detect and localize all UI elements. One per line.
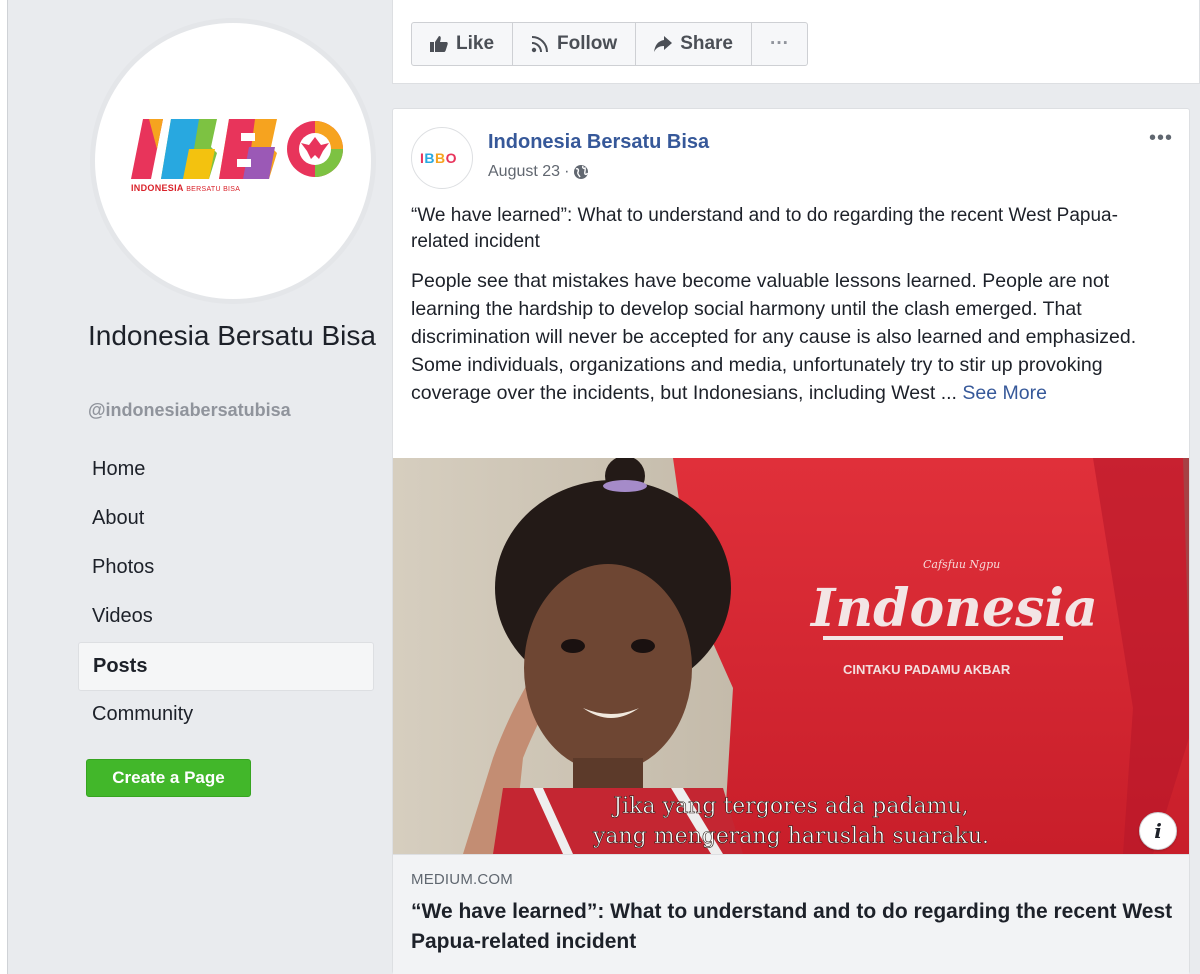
nav-item-community[interactable]: Community [78,691,374,740]
thumbs-up-icon [430,36,448,52]
ibbo-logo-graphic [131,119,343,179]
page-title: Indonesia Bersatu Bisa [88,320,376,351]
svg-text:CINTAKU PADAMU AKBAR: CINTAKU PADAMU AKBAR [843,662,1011,677]
nav-item-about[interactable]: About [78,495,374,544]
meta-separator: · [564,163,570,180]
page-action-buttons: Like Follow Share ··· [411,22,808,66]
window-edge [0,0,8,974]
link-preview-image[interactable]: Cafsfuu Ngpu Indonesia CINTAKU PADAMU AK… [393,458,1189,854]
svg-text:Jika yang tergores ada padamu,: Jika yang tergores ada padamu, [611,794,968,819]
link-title[interactable]: “We have learned”: What to understand an… [411,897,1181,957]
share-arrow-icon [654,36,673,52]
post-options-icon[interactable]: ••• [1149,127,1173,150]
nav-item-photos[interactable]: Photos [78,544,374,593]
nav-item-videos[interactable]: Videos [78,593,374,642]
post-body-text: People see that mistakes have become val… [411,267,1176,407]
nav-item-home[interactable]: Home [78,446,374,495]
post-author-name[interactable]: Indonesia Bersatu Bisa [488,131,709,154]
share-button[interactable]: Share [635,22,752,66]
follow-label: Follow [557,33,618,54]
svg-text:Indonesia: Indonesia [809,578,1098,639]
page-username[interactable]: @indonesiabersatubisa [88,400,291,421]
share-label: Share [680,33,733,54]
more-options-button[interactable]: ··· [751,22,808,66]
info-icon[interactable]: i [1139,812,1177,850]
page-nav: Home About Photos Videos Posts Community [78,446,374,740]
ellipsis-icon: ··· [770,33,789,54]
page-actions-card: Like Follow Share ··· [392,0,1200,84]
like-label: Like [456,33,495,54]
mini-logo: IBBO [420,150,458,166]
link-preview[interactable]: MEDIUM.COM “We have learned”: What to un… [393,854,1189,974]
rss-follow-icon [531,36,549,53]
create-page-button[interactable]: Create a Page [86,759,251,797]
nav-item-posts[interactable]: Posts [78,642,374,691]
photo-girl-and-red-shirt: Cafsfuu Ngpu Indonesia CINTAKU PADAMU AK… [393,458,1189,854]
page-sidebar: INDONESIA BERSATU BISA Indonesia Bersatu… [10,0,380,974]
link-domain: MEDIUM.COM [411,871,513,888]
post-author-avatar[interactable]: IBBO [411,127,473,189]
like-button[interactable]: Like [411,22,514,66]
profile-picture[interactable]: INDONESIA BERSATU BISA [90,18,376,304]
post-date[interactable]: August 23 [488,163,560,181]
svg-text:Cafsfuu Ngpu: Cafsfuu Ngpu [923,558,1000,571]
logo-caption: INDONESIA BERSATU BISA [131,183,241,193]
svg-text:yang mengerang haruslah suarak: yang mengerang haruslah suaraku. [592,824,989,849]
globe-icon[interactable] [573,164,589,180]
post-headline: “We have learned”: What to understand an… [411,205,1118,252]
follow-button[interactable]: Follow [512,22,637,66]
post-card: IBBO Indonesia Bersatu Bisa August 23 · … [392,108,1190,974]
see-more-link[interactable]: See More [962,382,1047,404]
page-logo: INDONESIA BERSATU BISA [95,23,371,299]
post-meta: August 23 · [488,163,589,181]
